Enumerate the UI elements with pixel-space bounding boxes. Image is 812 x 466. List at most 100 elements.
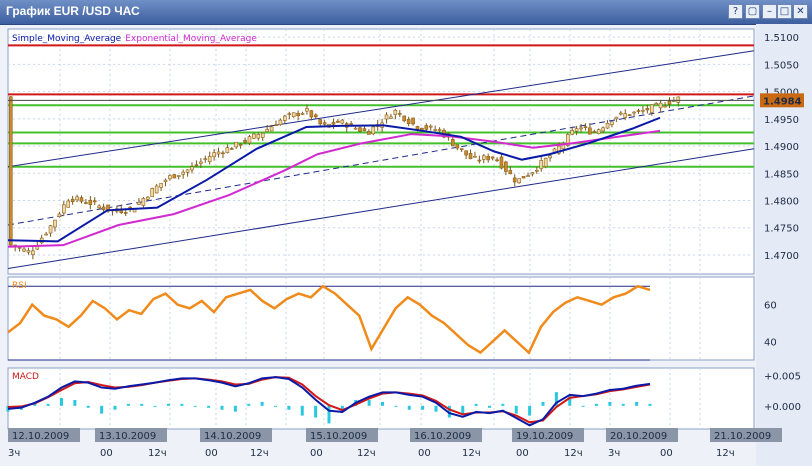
candle-bull bbox=[632, 111, 636, 114]
candle-bull bbox=[619, 112, 623, 115]
candle-bull bbox=[605, 122, 610, 129]
title-bar[interactable]: График EUR /USD ЧАС ? ▢ – □ ✕ bbox=[0, 0, 812, 25]
candle-bull bbox=[278, 119, 283, 126]
candle-bear bbox=[667, 100, 672, 105]
candle-bull bbox=[168, 175, 172, 180]
macd-histogram-bar bbox=[100, 405, 104, 414]
x-date-label: 14.10.2009 bbox=[204, 431, 261, 442]
candle-bull bbox=[473, 155, 477, 158]
macd-histogram-bar bbox=[407, 405, 411, 410]
macd-histogram-bar bbox=[167, 403, 170, 406]
candle-bull bbox=[181, 171, 185, 175]
y-tick-label: 1.5100 bbox=[764, 33, 799, 44]
candle-bear bbox=[70, 198, 75, 202]
candle-bear bbox=[336, 120, 340, 123]
candle-bull bbox=[146, 196, 150, 200]
candle-bull bbox=[300, 113, 305, 115]
candle-bear bbox=[318, 119, 323, 125]
candle-bull bbox=[203, 158, 208, 161]
maximize-button[interactable]: □ bbox=[777, 4, 792, 19]
macd-histogram-bar bbox=[648, 403, 652, 406]
candle-bear bbox=[406, 118, 411, 125]
candle-bull bbox=[433, 129, 437, 131]
macd-histogram-bar bbox=[207, 405, 211, 408]
candle-bull bbox=[371, 126, 376, 135]
chart-canvas[interactable]: 1.51001.50501.50001.49501.49001.48501.48… bbox=[0, 24, 812, 466]
candle-bull bbox=[31, 250, 35, 255]
x-date-label: 20.10.2009 bbox=[610, 431, 667, 442]
candle-bear bbox=[627, 114, 632, 116]
close-button[interactable]: ✕ bbox=[793, 4, 808, 19]
candle-bear bbox=[349, 123, 353, 125]
candle-bull bbox=[610, 121, 614, 125]
macd-histogram-bar bbox=[180, 403, 184, 406]
macd-histogram-bar bbox=[394, 405, 398, 407]
rsi-tick-label: 60 bbox=[764, 301, 777, 312]
candle-bull bbox=[66, 200, 71, 208]
candle-bull bbox=[389, 116, 393, 119]
candle-bull bbox=[163, 179, 168, 183]
candle-bull bbox=[539, 160, 544, 169]
candle-bull bbox=[256, 134, 261, 139]
candle-bull bbox=[97, 205, 101, 209]
candle-bull bbox=[75, 196, 79, 201]
candle-bull bbox=[283, 115, 287, 121]
candle-bear bbox=[230, 148, 234, 150]
macd-histogram-bar bbox=[46, 403, 50, 406]
macd-histogram-bar bbox=[60, 398, 63, 406]
legend-ema: Exponential_Moving_Average bbox=[125, 34, 257, 44]
candle-bull bbox=[252, 133, 256, 139]
candle-bull bbox=[384, 114, 389, 120]
candle-bull bbox=[57, 213, 62, 217]
candle-bear bbox=[397, 113, 402, 115]
candle-bear bbox=[92, 200, 97, 203]
macd-histogram-bar bbox=[501, 403, 505, 406]
y-tick-label: 1.4800 bbox=[764, 197, 799, 208]
candle-bull bbox=[22, 248, 26, 252]
candle-bull bbox=[663, 105, 667, 108]
x-hour-label: 12ч bbox=[357, 448, 376, 459]
macd-histogram-bar bbox=[595, 403, 598, 406]
candle-bear bbox=[455, 144, 460, 149]
macd-histogram-bar bbox=[608, 401, 612, 406]
candle-bear bbox=[402, 115, 407, 122]
candle-bear bbox=[499, 156, 504, 169]
minimize-button[interactable]: – bbox=[762, 4, 777, 19]
macd-histogram-bar bbox=[621, 403, 625, 406]
x-date-label: 13.10.2009 bbox=[99, 431, 156, 442]
candle-bear bbox=[645, 107, 650, 111]
restore-button[interactable]: ▢ bbox=[745, 4, 760, 19]
candle-bear bbox=[521, 176, 526, 179]
candle-bull bbox=[287, 113, 292, 115]
candle-bull bbox=[570, 130, 574, 135]
y-tick-label: 1.4950 bbox=[764, 115, 799, 126]
current-price-label: 1.4984 bbox=[763, 96, 802, 107]
macd-histogram-bar bbox=[461, 405, 465, 414]
candle-bull bbox=[574, 128, 579, 132]
candle-bull bbox=[159, 183, 163, 188]
candle-bear bbox=[331, 121, 336, 125]
macd-histogram-bar bbox=[274, 405, 277, 407]
candle-bull bbox=[614, 116, 619, 120]
candle-bull bbox=[654, 103, 658, 106]
candle-bear bbox=[8, 96, 13, 246]
x-date-label: 19.10.2009 bbox=[516, 431, 573, 442]
candle-bull bbox=[207, 156, 212, 163]
macd-histogram-bar bbox=[434, 405, 438, 412]
help-button[interactable]: ? bbox=[728, 4, 743, 19]
macd-histogram-bar bbox=[140, 403, 144, 406]
y-tick-label: 1.4750 bbox=[764, 224, 799, 235]
candle-bear bbox=[490, 156, 495, 159]
candle-bear bbox=[424, 125, 429, 130]
candle-bear bbox=[504, 161, 508, 172]
candle-bear bbox=[322, 122, 327, 125]
macd-histogram-bar bbox=[541, 401, 545, 406]
candle-bull bbox=[212, 152, 216, 158]
candle-bear bbox=[88, 199, 93, 205]
macd-histogram-bar bbox=[247, 403, 251, 406]
candle-bull bbox=[676, 96, 681, 103]
candle-bear bbox=[123, 212, 128, 214]
candle-bull bbox=[265, 129, 269, 133]
x-date-label: 12.10.2009 bbox=[12, 431, 69, 442]
x-hour-label: 00 bbox=[205, 448, 218, 459]
